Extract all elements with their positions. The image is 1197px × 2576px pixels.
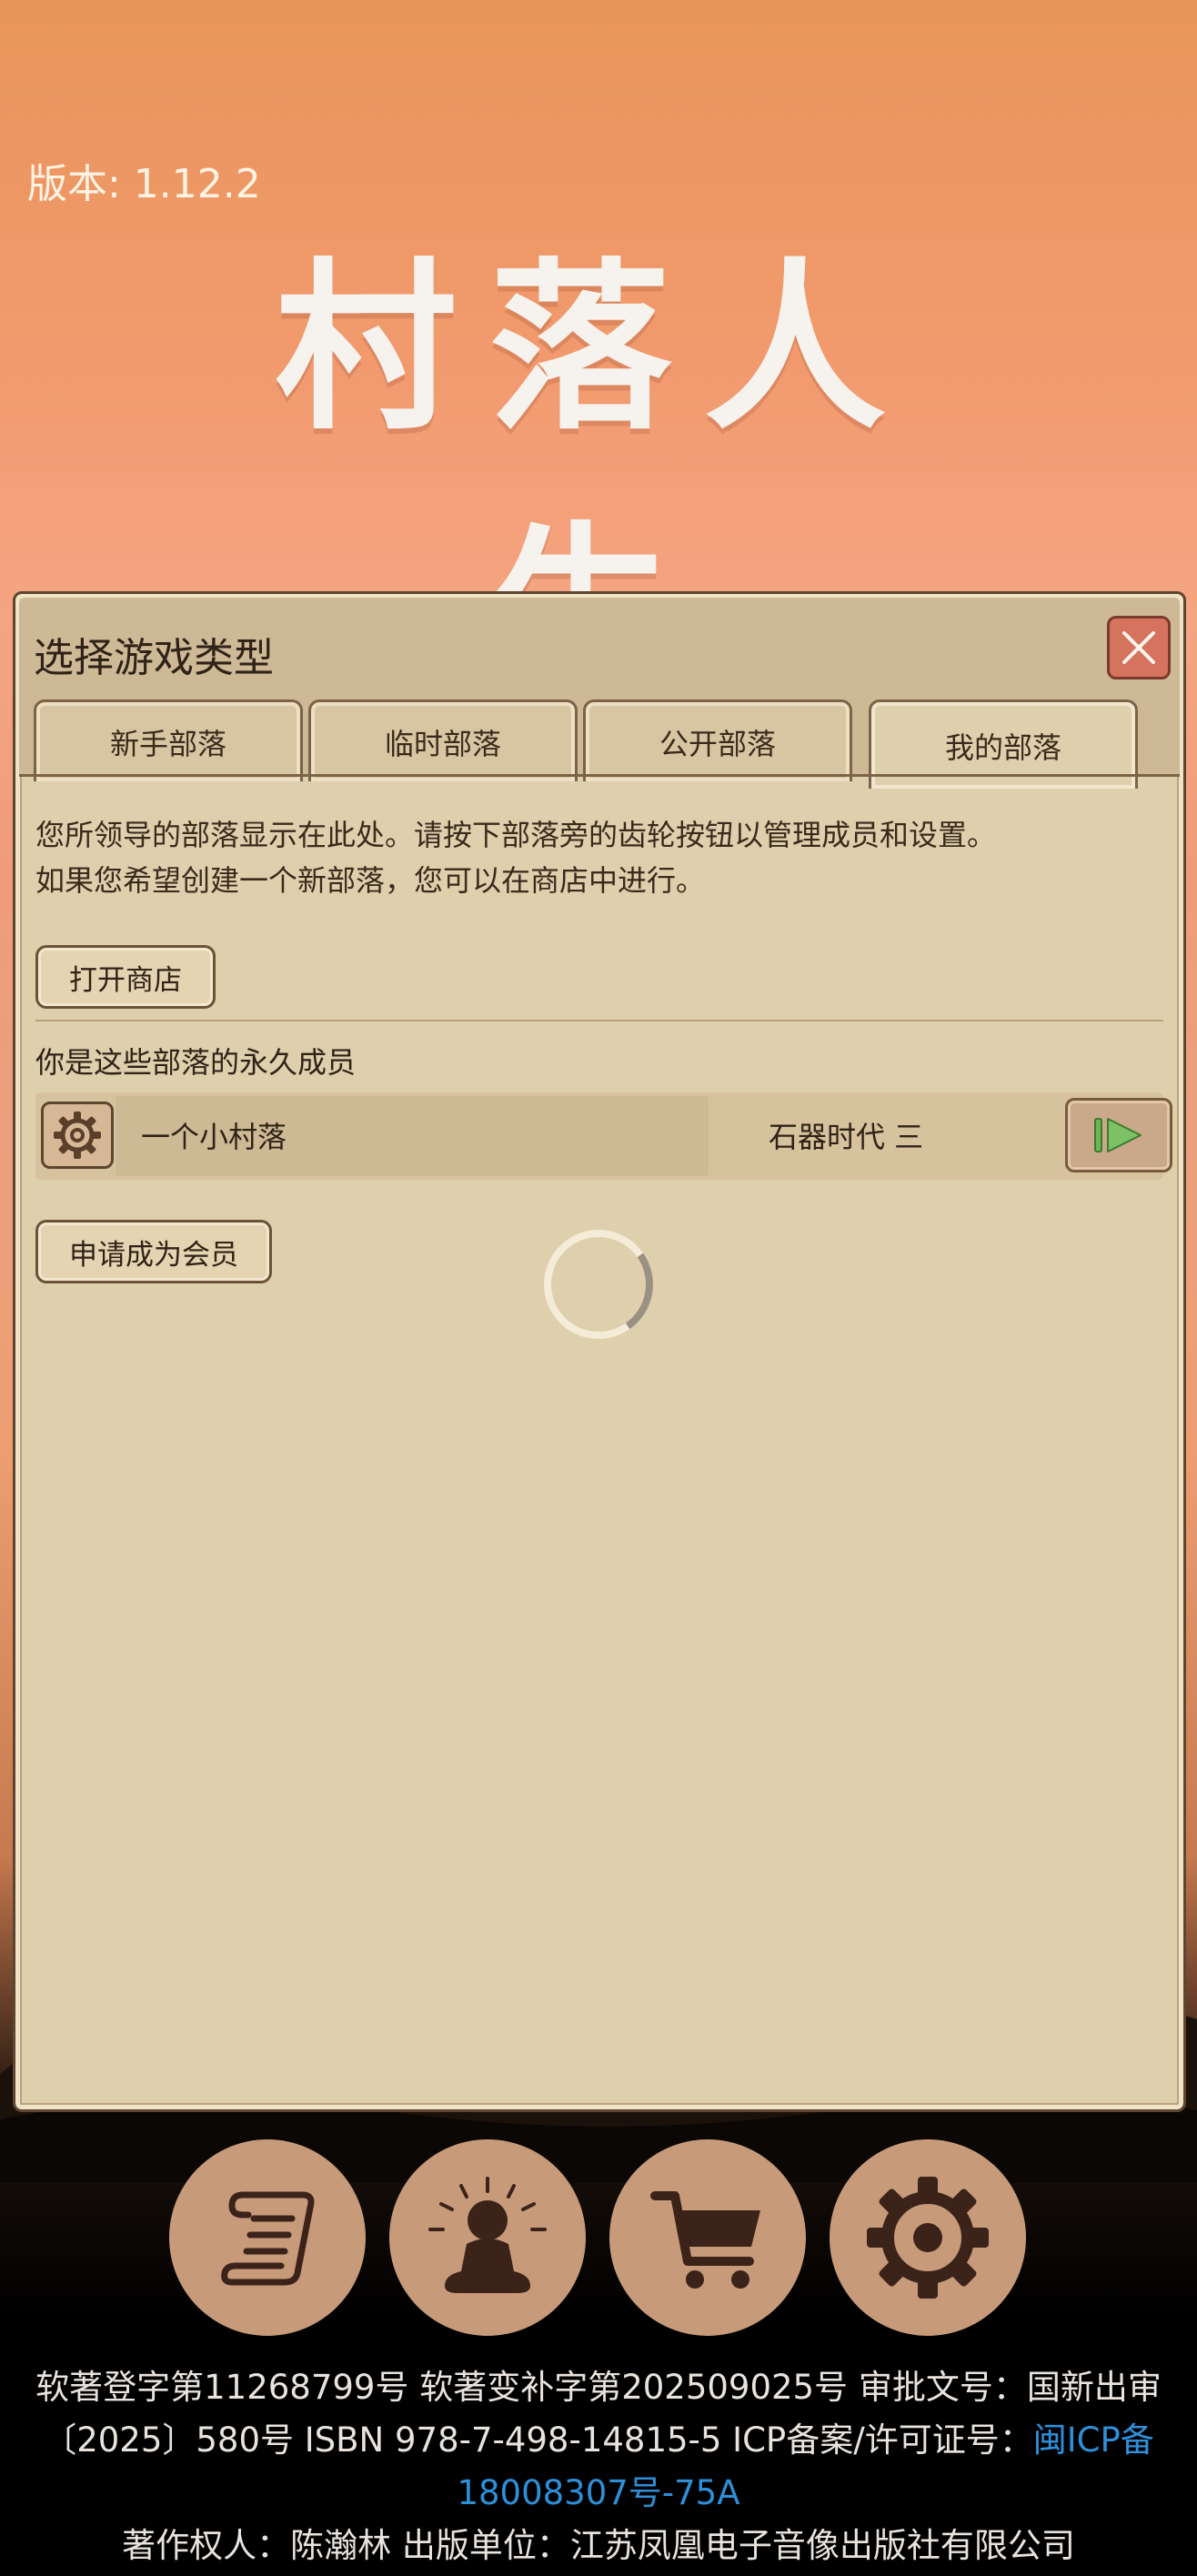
gear-icon xyxy=(867,2177,989,2299)
footer-line-2-text: 〔2025〕580号 ISBN 978-7-498-14815-5 ICP备案/… xyxy=(43,2420,1033,2460)
tab-public[interactable]: 公开部落 xyxy=(583,699,852,781)
tab-beginner[interactable]: 新手部落 xyxy=(34,699,303,781)
scroll-button[interactable] xyxy=(169,2139,366,2336)
loading-spinner xyxy=(544,1230,653,1339)
footer-line-1: 软著登字第11268799号 软著变补字第202509025号 审批文号：国新出… xyxy=(35,2368,1162,2407)
cart-icon xyxy=(650,2191,760,2289)
meditation-button[interactable] xyxy=(389,2139,586,2336)
tribe-name: 一个小村落 xyxy=(141,1120,287,1154)
settings-button[interactable] xyxy=(830,2139,1026,2336)
tribe-settings-button[interactable] xyxy=(41,1102,114,1169)
description: 您所领导的部落显示在此处。请按下部落旁的齿轮按钮以管理成员和设置。 如果您希望创… xyxy=(35,812,996,903)
description-line-2: 如果您希望创建一个新部落，您可以在商店中进行。 xyxy=(35,863,706,898)
shop-button[interactable] xyxy=(609,2139,806,2336)
divider xyxy=(35,1020,1163,1021)
play-icon xyxy=(1094,1118,1142,1152)
close-icon xyxy=(1122,631,1155,664)
tab-underline xyxy=(19,774,1180,777)
enter-tribe-button[interactable] xyxy=(1065,1098,1172,1172)
open-shop-button[interactable]: 打开商店 xyxy=(35,945,216,1009)
tribe-row: 一个小村落 石器时代 三 xyxy=(35,1092,1172,1180)
icp-link-number[interactable]: 18008307号-75A xyxy=(0,2467,1197,2520)
icp-link[interactable]: 闽ICP备 xyxy=(1033,2420,1154,2460)
permanent-member-label: 你是这些部落的永久成员 xyxy=(35,1045,357,1080)
meditation-icon xyxy=(428,2177,547,2293)
tribe-era: 石器时代 三 xyxy=(769,1120,924,1154)
gear-icon xyxy=(54,1112,101,1159)
panel-title: 选择游戏类型 xyxy=(34,635,274,681)
tab-temporary[interactable]: 临时部落 xyxy=(308,699,578,781)
panel-header: 选择游戏类型 新手部落 临时部落 公开部落 我的部落 xyxy=(19,598,1180,789)
footer-line-2: 〔2025〕580号 ISBN 978-7-498-14815-5 ICP备案/… xyxy=(0,2414,1197,2467)
copyright-footer: 软著登字第11268799号 软著变补字第202509025号 审批文号：国新出… xyxy=(0,2361,1197,2572)
close-button[interactable] xyxy=(1107,616,1171,679)
tab-bar: 新手部落 临时部落 公开部落 我的部落 xyxy=(34,699,1180,789)
description-line-1: 您所领导的部落显示在此处。请按下部落旁的齿轮按钮以管理成员和设置。 xyxy=(35,818,997,852)
scroll-icon xyxy=(221,2191,315,2286)
game-logo: 村落人生 xyxy=(169,200,1024,719)
apply-member-button[interactable]: 申请成为会员 xyxy=(35,1220,272,1283)
footer-line-4: 著作权人：陈瀚林 出版单位：江苏凤凰电子音像出版社有限公司 xyxy=(122,2526,1075,2565)
